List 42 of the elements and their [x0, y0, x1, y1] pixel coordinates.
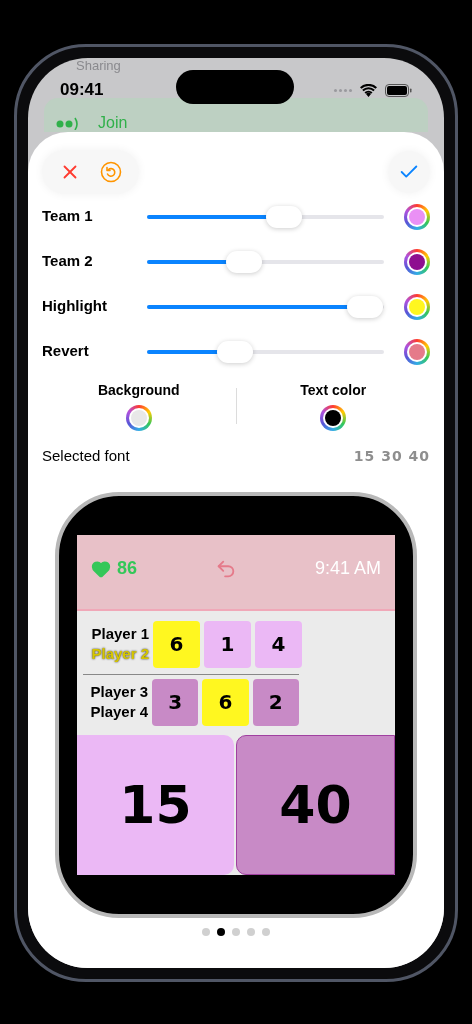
join-label: Join	[98, 116, 128, 130]
slider-thumb[interactable]	[216, 340, 253, 363]
signal-dots-icon	[334, 88, 352, 92]
wifi-icon	[360, 83, 377, 97]
reset-icon	[99, 161, 122, 183]
swatch-label: Text color	[300, 381, 367, 400]
player-name: Player 2	[91, 644, 149, 664]
game-score: 4	[255, 620, 302, 668]
slider-thumb[interactable]	[226, 250, 263, 273]
game-score: 1	[204, 620, 251, 668]
player-name: Player 3	[90, 682, 149, 702]
game-score: 6	[202, 678, 249, 726]
font-label: Selected font	[42, 446, 130, 466]
slider-label: Revert	[42, 341, 90, 362]
heart-rate: 86	[117, 557, 138, 580]
color-well[interactable]	[404, 248, 430, 275]
color-well[interactable]	[404, 293, 430, 320]
color-well[interactable]	[125, 405, 152, 431]
background-title: Sharing	[75, 58, 122, 73]
color-well[interactable]	[320, 405, 347, 431]
player-name: Player 4	[90, 702, 149, 722]
color-well[interactable]	[404, 338, 430, 365]
slider-label: Team 2	[42, 251, 94, 272]
game-score: 6	[153, 620, 200, 668]
slider-track[interactable]	[147, 340, 384, 363]
watch-time: 9:41 AM	[314, 557, 381, 580]
slider-track[interactable]	[147, 250, 384, 273]
swatch-label: Background	[97, 381, 180, 400]
battery-icon	[385, 83, 412, 97]
slider-thumb[interactable]	[266, 205, 303, 228]
slider-label: Team 1	[42, 206, 94, 227]
heart-icon	[91, 558, 111, 579]
slider-thumb[interactable]	[347, 295, 384, 318]
team-score[interactable]: 40	[236, 734, 395, 875]
player-name: Player 1	[91, 624, 149, 644]
slider-label: Highlight	[42, 296, 108, 317]
slider-track[interactable]	[147, 295, 384, 318]
color-well[interactable]	[404, 203, 430, 230]
slider-track[interactable]	[147, 205, 384, 228]
team-score[interactable]: 15	[77, 734, 234, 875]
game-score: 3	[152, 678, 199, 726]
game-score: 2	[252, 678, 299, 726]
